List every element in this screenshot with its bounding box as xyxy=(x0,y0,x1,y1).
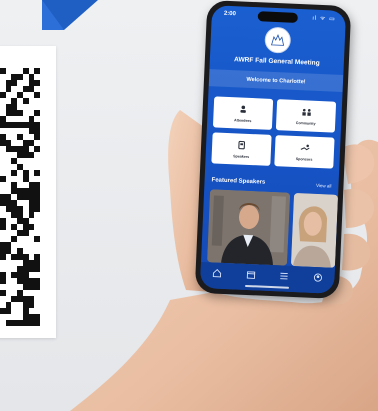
welcome-banner: Welcome to Charlotte! xyxy=(208,69,344,92)
featured-speakers-title: Featured Speakers xyxy=(211,177,266,186)
app-screen: 2:00 ıl ᯤ ▭ AWRF Fall General Meeting We… xyxy=(199,5,347,294)
attendees-icon xyxy=(238,104,247,115)
tile-label: Speakers xyxy=(233,153,250,159)
tile-sponsors[interactable]: Sponsors xyxy=(274,135,335,169)
calendar-icon[interactable] xyxy=(246,270,255,281)
wolf-logo-icon xyxy=(271,34,285,46)
speaker-photo xyxy=(290,192,339,268)
bottom-tab-bar xyxy=(199,261,335,294)
home-icon[interactable] xyxy=(213,268,222,279)
tile-community[interactable]: Community xyxy=(275,99,337,133)
dynamic-island xyxy=(257,11,298,23)
tile-speakers[interactable]: Speakers xyxy=(211,132,272,166)
speakers-icon xyxy=(237,140,246,151)
community-icon xyxy=(301,107,311,118)
menu-icon[interactable] xyxy=(279,271,288,282)
status-bar: 2:00 ıl ᯤ ▭ xyxy=(212,5,346,25)
sponsors-icon xyxy=(299,143,310,154)
status-time: 2:00 xyxy=(223,10,237,18)
phone-device: 2:00 ıl ᯤ ▭ AWRF Fall General Meeting We… xyxy=(194,0,352,300)
tile-attendees[interactable]: Attendees xyxy=(212,96,274,130)
tile-label: Attendees xyxy=(233,117,252,123)
tile-label: Community xyxy=(295,120,316,126)
speaker-card[interactable] xyxy=(207,189,291,266)
profile-icon[interactable] xyxy=(313,273,322,284)
tile-label: Sponsors xyxy=(295,156,313,162)
event-title: AWRF Fall General Meeting xyxy=(233,56,320,67)
promo-image: 2:00 ıl ᯤ ▭ AWRF Fall General Meeting We… xyxy=(0,0,378,411)
view-all-link[interactable]: View all xyxy=(316,183,332,189)
speaker-card[interactable] xyxy=(290,192,339,268)
status-icons: ıl ᯤ ▭ xyxy=(312,15,336,23)
event-logo xyxy=(264,26,292,54)
speaker-photo xyxy=(207,189,291,266)
